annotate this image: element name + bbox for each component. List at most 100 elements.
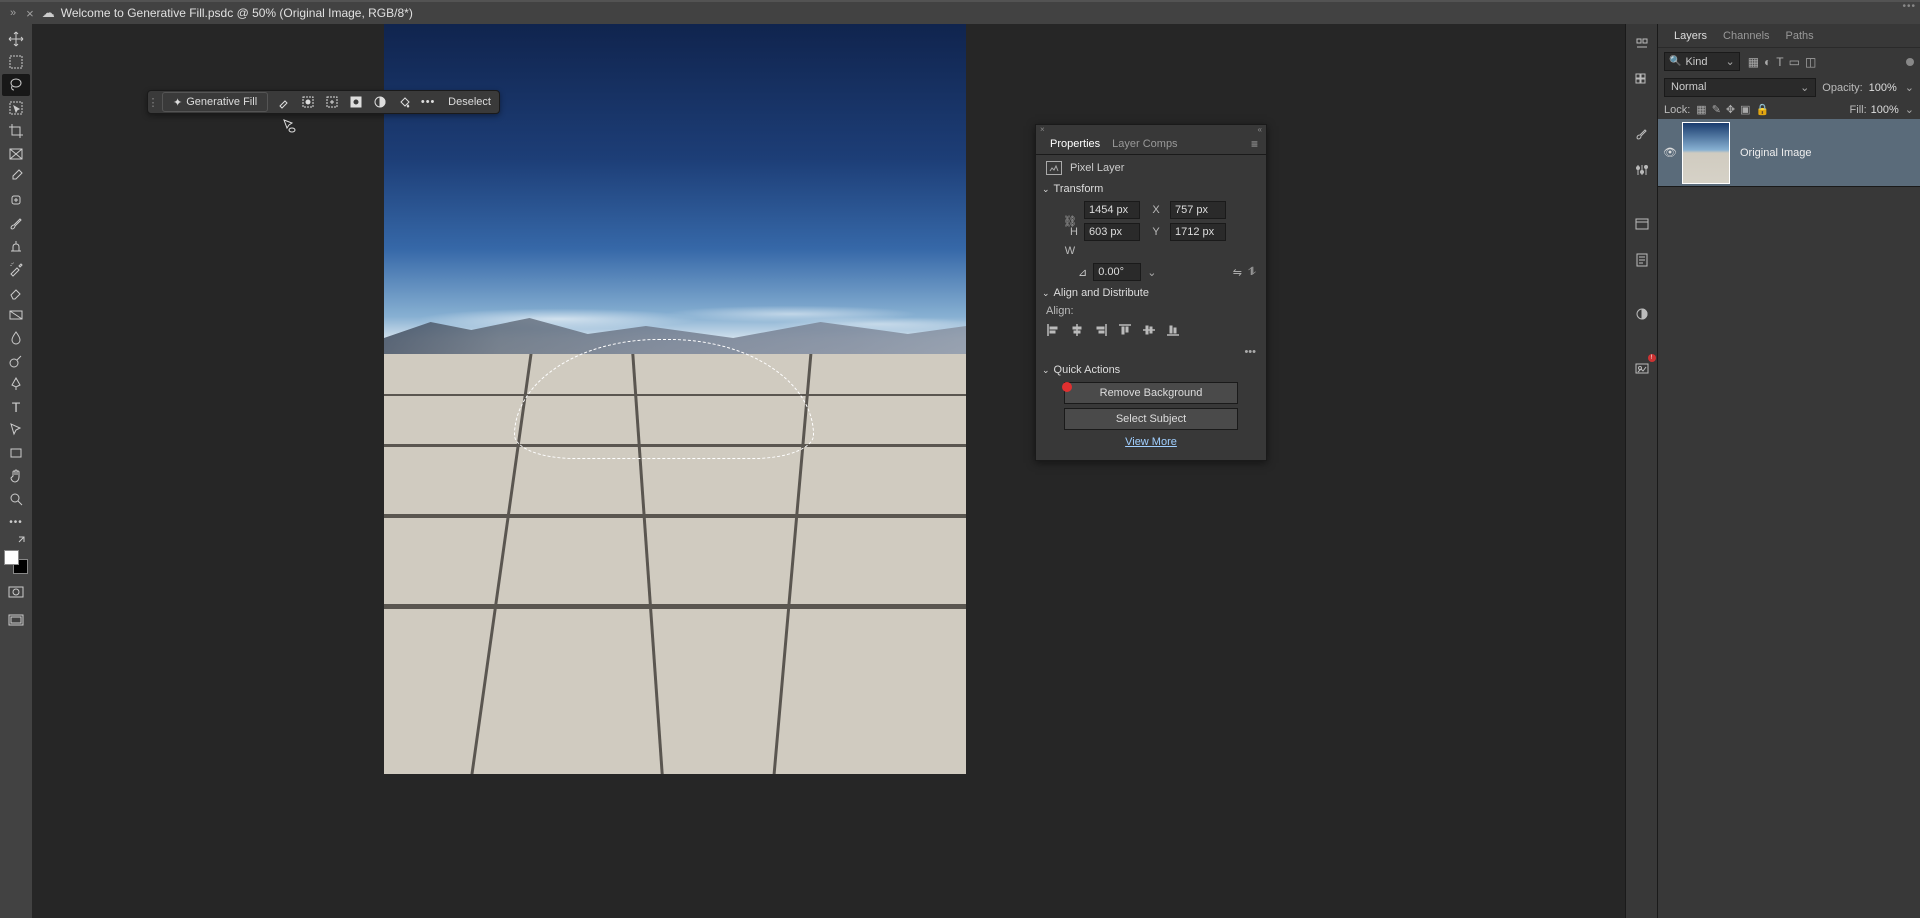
lock-transparency-icon[interactable]: ▦ [1696, 103, 1706, 116]
chevron-icon[interactable]: » [10, 7, 16, 19]
opacity-value[interactable]: 100% [1869, 82, 1897, 94]
color-panel-icon[interactable] [1630, 32, 1654, 56]
healing-brush-tool[interactable] [2, 189, 30, 211]
more-options-icon[interactable]: ••• [416, 96, 440, 108]
transform-selection-icon[interactable] [320, 95, 344, 109]
object-selection-tool[interactable] [2, 97, 30, 119]
drag-handle[interactable]: ⋮ [148, 96, 158, 109]
tab-layer-comps[interactable]: Layer Comps [1106, 138, 1183, 150]
align-right-icon[interactable] [1094, 323, 1108, 340]
pen-tool[interactable] [2, 373, 30, 395]
filter-type-icon[interactable]: T [1776, 55, 1783, 69]
eraser-tool[interactable] [2, 281, 30, 303]
color-swatches[interactable] [4, 550, 28, 574]
gradient-tool[interactable] [2, 304, 30, 326]
align-vcenter-icon[interactable] [1142, 323, 1156, 340]
canvas[interactable]: ⋮ ✦Generative Fill ••• Deselect × « Prop… [32, 24, 1625, 918]
align-bottom-icon[interactable] [1166, 323, 1180, 340]
panel-menu-icon[interactable]: ••• [1898, 0, 1920, 13]
layer-item[interactable]: 👁 Original Image [1658, 119, 1920, 187]
height-input[interactable] [1084, 223, 1140, 241]
align-section-toggle[interactable]: ⌄Align and Distribute [1042, 287, 1256, 299]
clone-stamp-tool[interactable] [2, 235, 30, 257]
select-subject-icon[interactable] [296, 95, 320, 109]
y-input[interactable] [1170, 223, 1226, 241]
marquee-tool[interactable] [2, 51, 30, 73]
layer-filter-kind[interactable]: 🔍 Kind ⌄ [1664, 52, 1740, 71]
width-input[interactable] [1084, 201, 1140, 219]
flip-vertical-icon[interactable]: ⥮ [1248, 266, 1256, 279]
generative-fill-button[interactable]: ✦Generative Fill [162, 92, 268, 112]
align-more-icon[interactable]: ••• [1046, 346, 1256, 358]
crop-tool[interactable] [2, 120, 30, 142]
y-label[interactable]: Y [1148, 226, 1164, 238]
align-top-icon[interactable] [1118, 323, 1132, 340]
lock-pixels-icon[interactable]: ✎ [1712, 103, 1721, 116]
lock-position-icon[interactable]: ✥ [1726, 103, 1735, 116]
mask-icon[interactable] [344, 95, 368, 109]
brush-tool[interactable] [2, 212, 30, 234]
frame-tool[interactable] [2, 143, 30, 165]
type-tool[interactable]: T [2, 396, 30, 418]
fill-icon[interactable] [392, 95, 416, 109]
x-input[interactable] [1170, 201, 1226, 219]
quick-mask-button[interactable] [4, 584, 28, 600]
edit-toolbar-button[interactable]: ••• [2, 511, 30, 533]
filter-smart-icon[interactable]: ◫ [1805, 55, 1816, 69]
fill-value[interactable]: 100% [1871, 104, 1899, 116]
panel-collapse-icon[interactable]: « [1258, 125, 1262, 134]
fill-dropdown-icon[interactable]: ⌄ [1905, 103, 1914, 116]
layer-thumbnail[interactable] [1682, 122, 1730, 184]
fill-label[interactable]: Fill: [1850, 104, 1867, 116]
tab-paths[interactable]: Paths [1778, 30, 1822, 42]
deselect-button[interactable]: Deselect [440, 92, 499, 112]
foreground-color-swatch[interactable] [4, 550, 19, 565]
remove-background-button[interactable]: Remove Background [1064, 382, 1238, 404]
dodge-tool[interactable] [2, 350, 30, 372]
flip-horizontal-icon[interactable]: ⇋ [1233, 266, 1242, 279]
filter-shape-icon[interactable]: ▭ [1789, 55, 1800, 69]
screen-mode-button[interactable] [4, 612, 28, 628]
width-label[interactable]: W [1062, 245, 1078, 257]
lasso-tool[interactable] [2, 74, 30, 96]
swap-colors-icon[interactable] [5, 536, 27, 546]
hand-tool[interactable] [2, 465, 30, 487]
tab-properties[interactable]: Properties [1044, 138, 1106, 150]
align-left-icon[interactable] [1046, 323, 1060, 340]
lock-artboard-icon[interactable]: ▣ [1740, 103, 1750, 116]
path-selection-tool[interactable] [2, 419, 30, 441]
opacity-dropdown-icon[interactable]: ⌄ [1905, 81, 1914, 94]
x-label[interactable]: X [1148, 204, 1164, 216]
align-hcenter-icon[interactable] [1070, 323, 1084, 340]
brush-selection-icon[interactable] [272, 95, 296, 109]
panel-close-icon[interactable]: × [1040, 125, 1045, 134]
select-subject-button[interactable]: Select Subject [1064, 408, 1238, 430]
filter-pixel-icon[interactable]: ▦ [1748, 55, 1759, 69]
adjustment-icon[interactable] [368, 95, 392, 109]
adjustments-panel-icon[interactable] [1630, 158, 1654, 182]
panel-menu-icon[interactable]: ≡ [1251, 137, 1258, 151]
tab-layers[interactable]: Layers [1666, 30, 1715, 42]
angle-dropdown-icon[interactable]: ⌄ [1147, 266, 1156, 279]
rectangle-tool[interactable] [2, 442, 30, 464]
tab-channels[interactable]: Channels [1715, 30, 1777, 42]
layer-name[interactable]: Original Image [1740, 147, 1812, 159]
close-tab-button[interactable]: × [26, 6, 34, 21]
cc-libraries-icon[interactable]: ! [1630, 356, 1654, 380]
lock-all-icon[interactable]: 🔒 [1756, 103, 1770, 116]
history-brush-tool[interactable] [2, 258, 30, 280]
view-more-link[interactable]: View More [1046, 436, 1256, 448]
quick-actions-section-toggle[interactable]: ⌄Quick Actions [1042, 364, 1256, 376]
history-panel-icon[interactable] [1630, 248, 1654, 272]
eyedropper-tool[interactable] [2, 166, 30, 188]
brushes-panel-icon[interactable] [1630, 122, 1654, 146]
angle-input[interactable] [1093, 263, 1141, 281]
filter-toggle[interactable] [1906, 58, 1914, 66]
opacity-label[interactable]: Opacity: [1822, 82, 1862, 94]
filter-adjustment-icon[interactable]: ◐ [1764, 55, 1771, 69]
zoom-tool[interactable] [2, 488, 30, 510]
libraries-panel-icon[interactable] [1630, 212, 1654, 236]
blur-tool[interactable] [2, 327, 30, 349]
swatches-panel-icon[interactable] [1630, 68, 1654, 92]
blend-mode-select[interactable]: Normal⌄ [1664, 78, 1816, 97]
